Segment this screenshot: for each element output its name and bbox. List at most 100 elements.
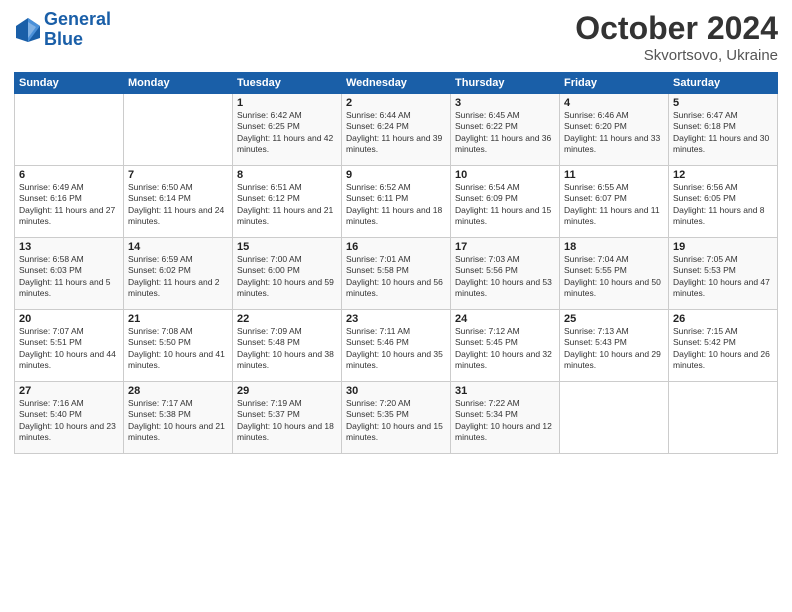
- calendar-cell: 17Sunrise: 7:03 AM Sunset: 5:56 PM Dayli…: [451, 238, 560, 310]
- weekday-header: Saturday: [669, 73, 778, 94]
- cell-info: Sunrise: 7:12 AM Sunset: 5:45 PM Dayligh…: [455, 326, 555, 372]
- location: Skvortsovo, Ukraine: [575, 47, 778, 64]
- calendar-cell: 22Sunrise: 7:09 AM Sunset: 5:48 PM Dayli…: [233, 310, 342, 382]
- calendar-cell: 3Sunrise: 6:45 AM Sunset: 6:22 PM Daylig…: [451, 94, 560, 166]
- header: General Blue October 2024 Skvortsovo, Uk…: [14, 10, 778, 64]
- cell-info: Sunrise: 6:44 AM Sunset: 6:24 PM Dayligh…: [346, 110, 446, 156]
- cell-info: Sunrise: 7:17 AM Sunset: 5:38 PM Dayligh…: [128, 398, 228, 444]
- day-number: 3: [455, 97, 555, 109]
- page: General Blue October 2024 Skvortsovo, Uk…: [0, 0, 792, 612]
- day-number: 30: [346, 385, 446, 397]
- calendar-week-row: 1Sunrise: 6:42 AM Sunset: 6:25 PM Daylig…: [15, 94, 778, 166]
- cell-info: Sunrise: 6:56 AM Sunset: 6:05 PM Dayligh…: [673, 182, 773, 228]
- day-number: 20: [19, 313, 119, 325]
- cell-info: Sunrise: 7:05 AM Sunset: 5:53 PM Dayligh…: [673, 254, 773, 300]
- cell-info: Sunrise: 7:01 AM Sunset: 5:58 PM Dayligh…: [346, 254, 446, 300]
- cell-info: Sunrise: 7:20 AM Sunset: 5:35 PM Dayligh…: [346, 398, 446, 444]
- calendar-cell: 27Sunrise: 7:16 AM Sunset: 5:40 PM Dayli…: [15, 382, 124, 454]
- weekday-header: Monday: [124, 73, 233, 94]
- calendar-cell: 26Sunrise: 7:15 AM Sunset: 5:42 PM Dayli…: [669, 310, 778, 382]
- day-number: 24: [455, 313, 555, 325]
- cell-info: Sunrise: 6:45 AM Sunset: 6:22 PM Dayligh…: [455, 110, 555, 156]
- day-number: 27: [19, 385, 119, 397]
- calendar-cell: 18Sunrise: 7:04 AM Sunset: 5:55 PM Dayli…: [560, 238, 669, 310]
- calendar-cell: 30Sunrise: 7:20 AM Sunset: 5:35 PM Dayli…: [342, 382, 451, 454]
- day-number: 2: [346, 97, 446, 109]
- calendar-cell: 9Sunrise: 6:52 AM Sunset: 6:11 PM Daylig…: [342, 166, 451, 238]
- day-number: 13: [19, 241, 119, 253]
- cell-info: Sunrise: 7:15 AM Sunset: 5:42 PM Dayligh…: [673, 326, 773, 372]
- day-number: 9: [346, 169, 446, 181]
- calendar-cell: 19Sunrise: 7:05 AM Sunset: 5:53 PM Dayli…: [669, 238, 778, 310]
- calendar-week-row: 13Sunrise: 6:58 AM Sunset: 6:03 PM Dayli…: [15, 238, 778, 310]
- calendar-cell: 10Sunrise: 6:54 AM Sunset: 6:09 PM Dayli…: [451, 166, 560, 238]
- calendar-cell: 23Sunrise: 7:11 AM Sunset: 5:46 PM Dayli…: [342, 310, 451, 382]
- day-number: 4: [564, 97, 664, 109]
- cell-info: Sunrise: 7:16 AM Sunset: 5:40 PM Dayligh…: [19, 398, 119, 444]
- logo: General Blue: [14, 10, 111, 50]
- cell-info: Sunrise: 7:00 AM Sunset: 6:00 PM Dayligh…: [237, 254, 337, 300]
- day-number: 17: [455, 241, 555, 253]
- cell-info: Sunrise: 7:19 AM Sunset: 5:37 PM Dayligh…: [237, 398, 337, 444]
- calendar-table: SundayMondayTuesdayWednesdayThursdayFrid…: [14, 72, 778, 454]
- cell-info: Sunrise: 7:13 AM Sunset: 5:43 PM Dayligh…: [564, 326, 664, 372]
- day-number: 15: [237, 241, 337, 253]
- day-number: 11: [564, 169, 664, 181]
- calendar-cell: 6Sunrise: 6:49 AM Sunset: 6:16 PM Daylig…: [15, 166, 124, 238]
- cell-info: Sunrise: 7:22 AM Sunset: 5:34 PM Dayligh…: [455, 398, 555, 444]
- day-number: 31: [455, 385, 555, 397]
- day-number: 8: [237, 169, 337, 181]
- calendar-cell: [15, 94, 124, 166]
- cell-info: Sunrise: 6:51 AM Sunset: 6:12 PM Dayligh…: [237, 182, 337, 228]
- title-block: October 2024 Skvortsovo, Ukraine: [575, 10, 778, 64]
- calendar-cell: 15Sunrise: 7:00 AM Sunset: 6:00 PM Dayli…: [233, 238, 342, 310]
- day-number: 14: [128, 241, 228, 253]
- day-number: 23: [346, 313, 446, 325]
- weekday-header: Tuesday: [233, 73, 342, 94]
- calendar-week-row: 6Sunrise: 6:49 AM Sunset: 6:16 PM Daylig…: [15, 166, 778, 238]
- calendar-cell: 24Sunrise: 7:12 AM Sunset: 5:45 PM Dayli…: [451, 310, 560, 382]
- calendar-cell: 12Sunrise: 6:56 AM Sunset: 6:05 PM Dayli…: [669, 166, 778, 238]
- day-number: 7: [128, 169, 228, 181]
- cell-info: Sunrise: 6:55 AM Sunset: 6:07 PM Dayligh…: [564, 182, 664, 228]
- calendar-cell: 28Sunrise: 7:17 AM Sunset: 5:38 PM Dayli…: [124, 382, 233, 454]
- calendar-cell: 16Sunrise: 7:01 AM Sunset: 5:58 PM Dayli…: [342, 238, 451, 310]
- calendar-cell: 20Sunrise: 7:07 AM Sunset: 5:51 PM Dayli…: [15, 310, 124, 382]
- logo-text: General Blue: [44, 10, 111, 50]
- weekday-header: Thursday: [451, 73, 560, 94]
- day-number: 25: [564, 313, 664, 325]
- cell-info: Sunrise: 6:52 AM Sunset: 6:11 PM Dayligh…: [346, 182, 446, 228]
- cell-info: Sunrise: 6:47 AM Sunset: 6:18 PM Dayligh…: [673, 110, 773, 156]
- weekday-header-row: SundayMondayTuesdayWednesdayThursdayFrid…: [15, 73, 778, 94]
- day-number: 18: [564, 241, 664, 253]
- calendar-cell: [669, 382, 778, 454]
- logo-blue: Blue: [44, 29, 83, 49]
- day-number: 16: [346, 241, 446, 253]
- cell-info: Sunrise: 7:07 AM Sunset: 5:51 PM Dayligh…: [19, 326, 119, 372]
- day-number: 12: [673, 169, 773, 181]
- day-number: 19: [673, 241, 773, 253]
- calendar-cell: 7Sunrise: 6:50 AM Sunset: 6:14 PM Daylig…: [124, 166, 233, 238]
- calendar-cell: 11Sunrise: 6:55 AM Sunset: 6:07 PM Dayli…: [560, 166, 669, 238]
- weekday-header: Wednesday: [342, 73, 451, 94]
- day-number: 26: [673, 313, 773, 325]
- day-number: 21: [128, 313, 228, 325]
- day-number: 10: [455, 169, 555, 181]
- day-number: 22: [237, 313, 337, 325]
- cell-info: Sunrise: 7:04 AM Sunset: 5:55 PM Dayligh…: [564, 254, 664, 300]
- day-number: 29: [237, 385, 337, 397]
- calendar-cell: 2Sunrise: 6:44 AM Sunset: 6:24 PM Daylig…: [342, 94, 451, 166]
- calendar-cell: 5Sunrise: 6:47 AM Sunset: 6:18 PM Daylig…: [669, 94, 778, 166]
- calendar-cell: 21Sunrise: 7:08 AM Sunset: 5:50 PM Dayli…: [124, 310, 233, 382]
- cell-info: Sunrise: 7:11 AM Sunset: 5:46 PM Dayligh…: [346, 326, 446, 372]
- calendar-cell: 13Sunrise: 6:58 AM Sunset: 6:03 PM Dayli…: [15, 238, 124, 310]
- cell-info: Sunrise: 7:03 AM Sunset: 5:56 PM Dayligh…: [455, 254, 555, 300]
- calendar-cell: [124, 94, 233, 166]
- calendar-cell: 29Sunrise: 7:19 AM Sunset: 5:37 PM Dayli…: [233, 382, 342, 454]
- cell-info: Sunrise: 7:08 AM Sunset: 5:50 PM Dayligh…: [128, 326, 228, 372]
- cell-info: Sunrise: 6:42 AM Sunset: 6:25 PM Dayligh…: [237, 110, 337, 156]
- calendar-week-row: 20Sunrise: 7:07 AM Sunset: 5:51 PM Dayli…: [15, 310, 778, 382]
- weekday-header: Sunday: [15, 73, 124, 94]
- day-number: 1: [237, 97, 337, 109]
- calendar-cell: 4Sunrise: 6:46 AM Sunset: 6:20 PM Daylig…: [560, 94, 669, 166]
